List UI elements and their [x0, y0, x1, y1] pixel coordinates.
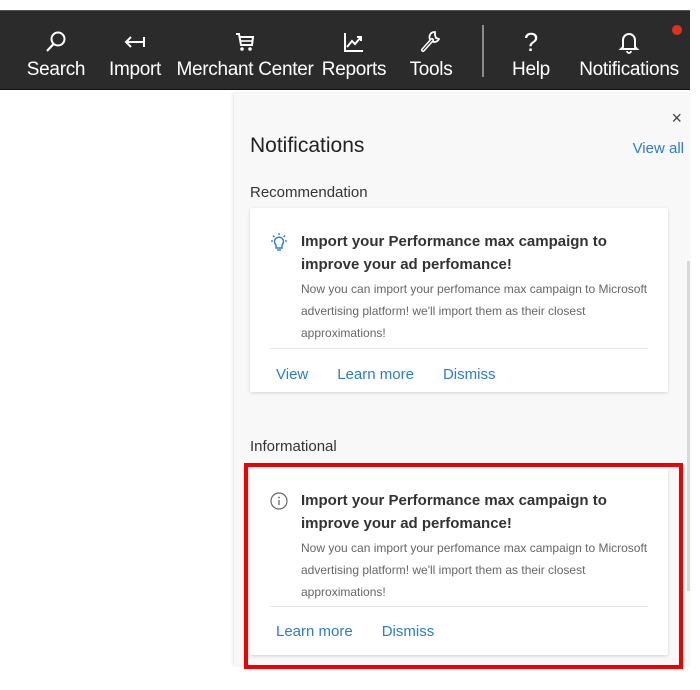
- nav-reports[interactable]: Reports: [321, 11, 387, 91]
- card-actions: Learn more Dismiss: [276, 623, 434, 640]
- section-label-recommendation: Recommendation: [250, 184, 368, 201]
- info-icon: [268, 491, 290, 513]
- dismiss-button[interactable]: Dismiss: [443, 366, 496, 383]
- notification-card-recommendation: Import your Performance max campaign to …: [250, 208, 668, 392]
- import-icon: [123, 27, 147, 57]
- cart-icon: [234, 27, 256, 57]
- notification-badge: [672, 25, 682, 35]
- learn-more-button[interactable]: Learn more: [337, 366, 414, 383]
- search-icon: [45, 27, 67, 57]
- nav-notifications[interactable]: Notifications: [576, 11, 682, 91]
- nav-merchant-center[interactable]: Merchant Center: [176, 11, 314, 91]
- section-label-informational: Informational: [250, 438, 337, 455]
- bell-icon: [618, 25, 682, 57]
- top-nav-bar: Search Import Merchant Center Reports To…: [0, 10, 690, 90]
- view-all-link[interactable]: View all: [633, 140, 684, 157]
- view-button[interactable]: View: [276, 366, 308, 383]
- nav-tools[interactable]: Tools: [406, 11, 456, 91]
- notification-body: Now you can import your perfomance max c…: [301, 282, 648, 340]
- notification-title: Import your Performance max campaign to …: [301, 492, 607, 532]
- card-divider: [270, 348, 648, 349]
- chart-icon: [343, 27, 365, 57]
- notification-body: Now you can import your perfomance max c…: [301, 541, 648, 599]
- nav-notifications-label: Notifications: [579, 59, 679, 80]
- learn-more-button[interactable]: Learn more: [276, 623, 353, 640]
- card-divider: [270, 606, 648, 607]
- nav-tools-label: Tools: [409, 59, 453, 80]
- nav-help-label: Help: [512, 59, 550, 80]
- panel-title: Notifications: [250, 134, 365, 157]
- notification-card-informational: Import your Performance max campaign to …: [250, 467, 668, 655]
- nav-import-label: Import: [108, 59, 162, 80]
- card-actions: View Learn more Dismiss: [276, 366, 495, 383]
- notification-title: Import your Performance max campaign to …: [301, 233, 607, 273]
- notifications-panel: × Notifications View all Recommendation …: [234, 93, 690, 665]
- dismiss-button[interactable]: Dismiss: [382, 623, 435, 640]
- close-icon[interactable]: ×: [671, 109, 682, 127]
- nav-import[interactable]: Import: [104, 11, 166, 91]
- nav-divider: [482, 25, 484, 77]
- wrench-icon: [420, 27, 442, 57]
- nav-help[interactable]: ? Help: [508, 11, 554, 91]
- nav-search-label: Search: [26, 59, 86, 80]
- nav-merchant-center-label: Merchant Center: [176, 59, 314, 80]
- lightbulb-icon: [268, 232, 290, 254]
- panel-scrollbar[interactable]: [687, 261, 690, 591]
- nav-search[interactable]: Search: [26, 11, 86, 91]
- nav-reports-label: Reports: [321, 59, 387, 80]
- help-icon: ?: [523, 27, 539, 57]
